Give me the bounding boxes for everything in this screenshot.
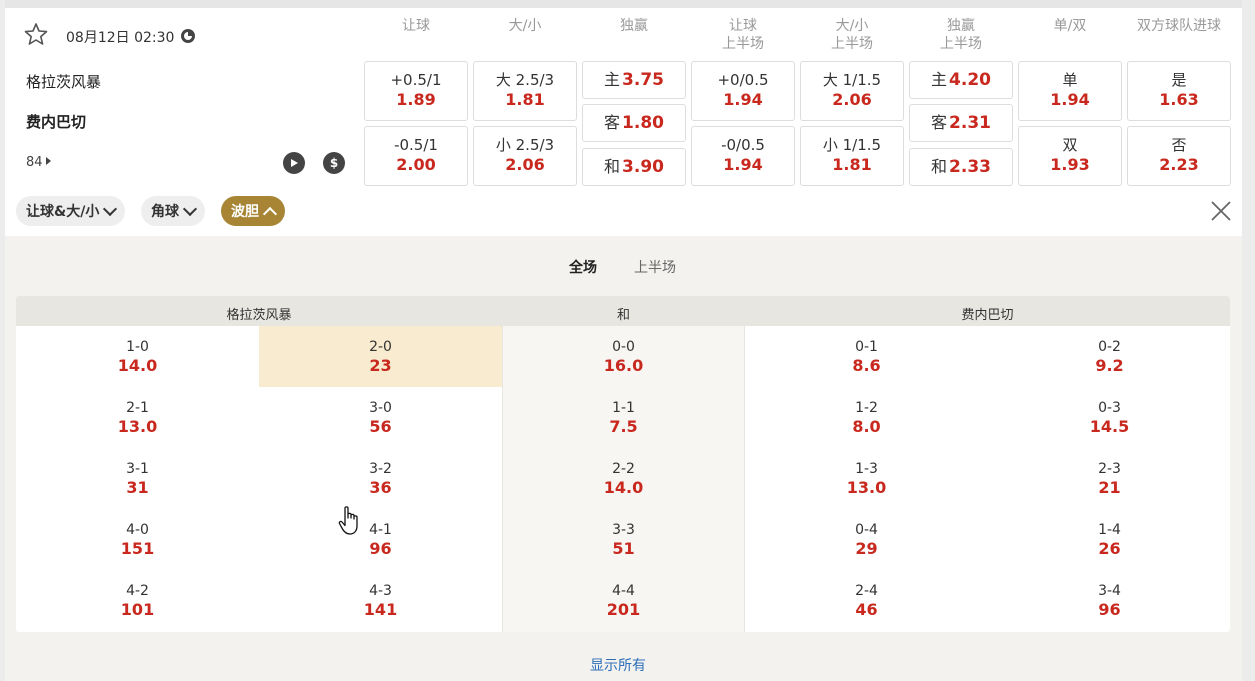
score-cell[interactable]: 4-4 201 <box>502 570 745 631</box>
header-away-team: 费内巴切 <box>961 308 1014 323</box>
score-cell[interactable]: 1-0 14.0 <box>16 326 259 387</box>
odd-both-score-yes[interactable]: 是 1.63 <box>1127 61 1231 121</box>
score-cell[interactable]: 1-2 8.0 <box>745 387 988 448</box>
chevron-up-icon <box>262 206 278 221</box>
filter-chip-handicap-ou[interactable]: 让球&大/小 <box>16 196 126 226</box>
score-cell[interactable]: 0-1 8.6 <box>745 326 988 387</box>
col-header-handicap-1h: 让球 上半场 <box>722 18 764 52</box>
col-header-odd-even: 单/双 <box>1053 18 1087 34</box>
score-cell[interactable]: 2-4 46 <box>745 570 988 631</box>
score-cell[interactable]: 3-3 51 <box>502 509 745 570</box>
odd-even[interactable]: 双 1.93 <box>1018 126 1122 186</box>
odd-odd[interactable]: 单 1.94 <box>1018 61 1122 121</box>
odd-under-1h[interactable]: 小 1/1.5 1.81 <box>800 126 904 186</box>
tab-full-time[interactable]: 全场 <box>569 257 597 277</box>
odd-handicap-1h-home[interactable]: +0/0.5 1.94 <box>691 61 795 121</box>
more-markets-link[interactable]: 84 <box>26 155 51 170</box>
col-header-moneyline: 独赢 <box>620 18 648 34</box>
odd-moneyline-1h-away[interactable]: 客 2.31 <box>909 104 1013 142</box>
odd-moneyline-away[interactable]: 客 1.80 <box>582 104 686 142</box>
odd-both-score-no[interactable]: 否 2.23 <box>1127 126 1231 186</box>
odd-over-1h[interactable]: 大 1/1.5 2.06 <box>800 61 904 121</box>
score-cell[interactable]: 4-0 151 <box>16 509 259 570</box>
filter-chip-correct-score[interactable]: 波胆 <box>221 196 285 226</box>
away-team-name: 费内巴切 <box>26 113 87 131</box>
chip-label: 波胆 <box>231 204 259 220</box>
score-cell[interactable]: 2-2 14.0 <box>502 448 745 509</box>
top-strip <box>5 0 1242 8</box>
correct-score-header: 格拉茨风暴 和 费内巴切 <box>16 296 1230 326</box>
score-cell[interactable]: 4-2 101 <box>16 570 259 631</box>
score-cell[interactable]: 1-1 7.5 <box>502 387 745 448</box>
live-clock-icon <box>181 29 195 43</box>
odd-handicap-home[interactable]: +0.5/1 1.89 <box>364 61 468 121</box>
odd-moneyline-1h-draw[interactable]: 和 2.33 <box>909 148 1013 186</box>
odd-moneyline-home[interactable]: 主 3.75 <box>582 61 686 99</box>
score-cell[interactable]: 0-2 9.2 <box>988 326 1230 387</box>
filter-chip-corners[interactable]: 角球 <box>141 196 205 226</box>
hand-cursor-icon <box>338 506 358 535</box>
favorite-star-icon[interactable] <box>20 18 52 50</box>
tab-first-half[interactable]: 上半场 <box>634 257 676 277</box>
score-cell[interactable]: 1-4 26 <box>988 509 1230 570</box>
odd-handicap-1h-away[interactable]: -0/0.5 1.94 <box>691 126 795 186</box>
score-cell[interactable]: 0-4 29 <box>745 509 988 570</box>
col-header-over-under-1h: 大/小 上半场 <box>831 18 873 52</box>
chip-label: 角球 <box>151 204 179 220</box>
score-cell[interactable]: 3-0 56 <box>259 387 502 448</box>
score-cell[interactable]: 0-0 16.0 <box>502 326 745 387</box>
caret-right-icon <box>45 157 51 165</box>
odd-moneyline-draw[interactable]: 和 3.90 <box>582 148 686 186</box>
odd-handicap-away[interactable]: -0.5/1 2.00 <box>364 126 468 186</box>
score-cell[interactable]: 2-3 21 <box>988 448 1230 509</box>
play-icon[interactable] <box>283 152 305 174</box>
score-cell-selected[interactable]: 2-0 23 <box>259 326 502 387</box>
score-cell[interactable]: 4-3 141 <box>259 570 502 631</box>
odd-moneyline-1h-home[interactable]: 主 4.20 <box>909 61 1013 99</box>
odd-under[interactable]: 小 2.5/3 2.06 <box>473 126 577 186</box>
close-icon[interactable] <box>1209 199 1233 223</box>
score-cell[interactable]: 3-2 36 <box>259 448 502 509</box>
score-cell[interactable]: 3-1 31 <box>16 448 259 509</box>
odd-over[interactable]: 大 2.5/3 1.81 <box>473 61 577 121</box>
header-draw: 和 <box>616 308 630 323</box>
chevron-down-icon <box>103 201 118 216</box>
match-datetime: 08月12日 02:30 <box>66 30 175 46</box>
chevron-down-icon <box>182 201 198 216</box>
show-all-link[interactable]: 显示所有 <box>590 655 646 675</box>
header-home-team: 格拉茨风暴 <box>226 308 292 323</box>
home-team-name: 格拉茨风暴 <box>26 73 102 91</box>
score-cell[interactable]: 3-4 96 <box>988 570 1230 631</box>
cashout-dollar-icon[interactable]: $ <box>323 152 345 174</box>
chip-label: 让球&大/小 <box>26 204 100 220</box>
col-header-handicap: 让球 <box>402 18 430 34</box>
score-cell[interactable]: 4-1 96 <box>259 509 502 570</box>
col-header-over-under: 大/小 <box>508 18 542 34</box>
correct-score-table: 格拉茨风暴 和 费内巴切 1-0 14.0 2-1 13.0 3-1 31 4-0 15… <box>16 296 1230 632</box>
col-header-both-score: 双方球队进球 <box>1137 18 1221 34</box>
score-cell[interactable]: 2-1 13.0 <box>16 387 259 448</box>
score-cell[interactable]: 0-3 14.5 <box>988 387 1230 448</box>
market-count: 84 <box>26 155 43 170</box>
col-header-moneyline-1h: 独赢 上半场 <box>940 18 982 52</box>
score-cell[interactable]: 1-3 13.0 <box>745 448 988 509</box>
